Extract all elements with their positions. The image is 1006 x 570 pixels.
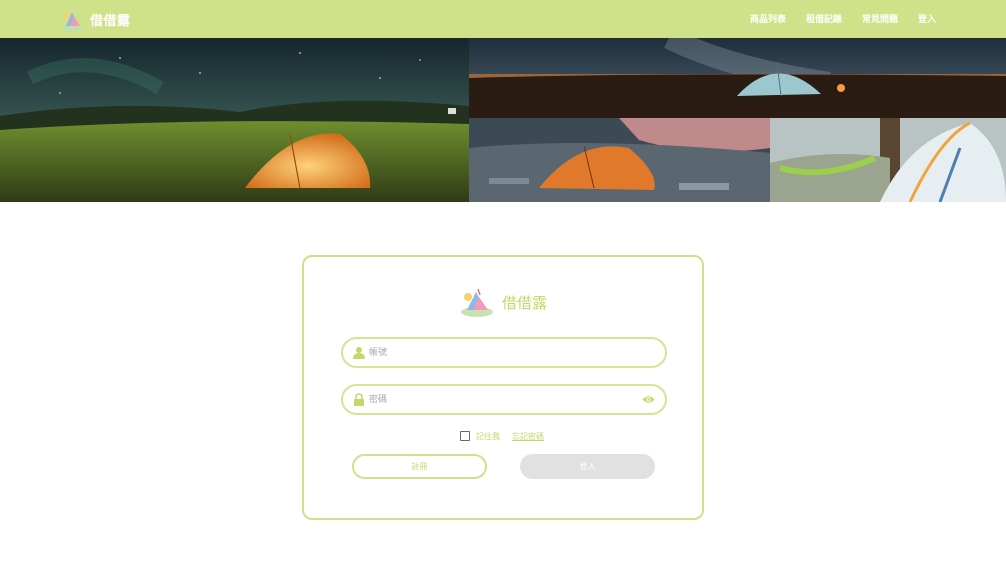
nav-records[interactable]: 租借記錄 — [806, 12, 842, 25]
remember-label[interactable]: 記住我 — [476, 431, 500, 442]
hero-banner — [0, 38, 1006, 202]
main-nav: 商品列表 租借記錄 常見問題 登入 — [750, 12, 936, 25]
banner-photo-lakeside-tent — [469, 118, 770, 202]
account-input[interactable] — [369, 342, 629, 363]
remember-checkbox[interactable] — [460, 431, 470, 441]
card-brand-name: 借借露 — [502, 294, 548, 312]
banner-photo-night-sky-tent — [0, 38, 469, 202]
password-input[interactable] — [369, 389, 629, 410]
login-card: 借借露 記住我 忘記密碼 註冊 登入 — [302, 255, 704, 520]
lock-icon — [354, 393, 364, 406]
nav-products[interactable]: 商品列表 — [750, 12, 786, 25]
nav-faq[interactable]: 常見問題 — [862, 12, 898, 25]
remember-row: 記住我 忘記密碼 — [304, 430, 702, 444]
register-button[interactable]: 註冊 — [352, 454, 487, 479]
logo-icon[interactable] — [60, 6, 84, 32]
account-field[interactable] — [341, 337, 667, 368]
user-icon — [353, 347, 365, 359]
logo-icon — [461, 288, 493, 317]
brand-name[interactable]: 借借露 — [90, 10, 131, 29]
banner-photo-milky-way-tent — [469, 38, 1006, 118]
nav-login[interactable]: 登入 — [918, 12, 936, 25]
forgot-password-link[interactable]: 忘記密碼 — [512, 431, 544, 442]
top-navbar: 借借露 商品列表 租借記錄 常見問題 登入 — [0, 0, 1006, 38]
banner-photo-hammock-tent — [770, 118, 1006, 202]
eye-icon[interactable] — [642, 394, 655, 405]
login-button[interactable]: 登入 — [520, 454, 655, 479]
password-field[interactable] — [341, 384, 667, 415]
